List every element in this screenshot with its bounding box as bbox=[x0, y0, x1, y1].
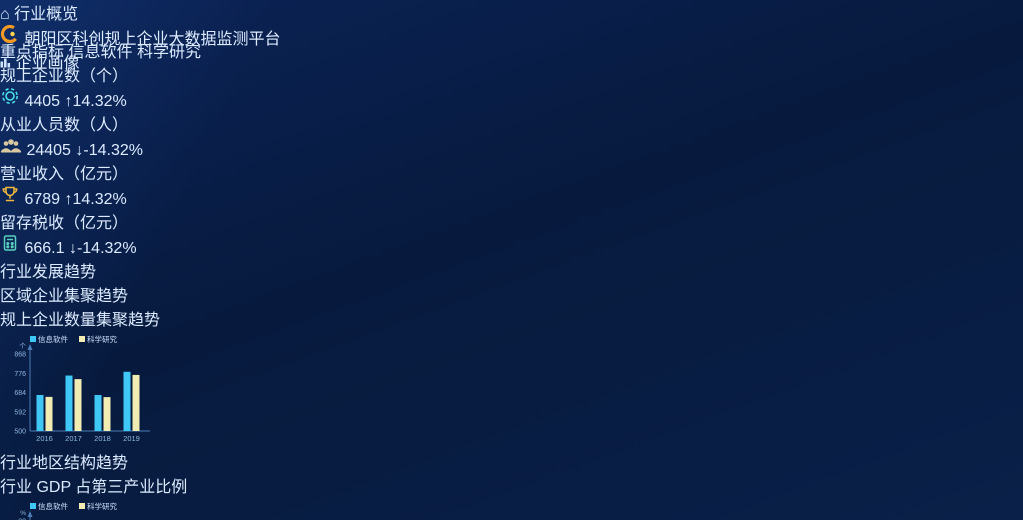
app-title-text: 朝阳区科创规上企业大数据监测平台 bbox=[24, 31, 280, 48]
subsection-title: 行业地区结构趋势 bbox=[0, 455, 128, 472]
kpi-delta: ↑14.32% bbox=[65, 191, 127, 208]
kpi-value: 4405 bbox=[24, 93, 60, 110]
arrow-up-icon: ↑ bbox=[65, 191, 73, 208]
svg-text:592: 592 bbox=[14, 409, 26, 416]
svg-text:2019: 2019 bbox=[123, 434, 140, 443]
kpi-label: 营业收入（亿元） bbox=[0, 160, 1023, 184]
kpi-card: 营业收入（亿元） 6789 ↑14.32% bbox=[0, 160, 1023, 209]
svg-text:信息软件: 信息软件 bbox=[38, 501, 68, 511]
svg-text:个: 个 bbox=[20, 342, 27, 350]
arrow-down-icon: ↓ bbox=[69, 240, 77, 257]
svg-text:信息软件: 信息软件 bbox=[38, 334, 68, 344]
calc-icon bbox=[0, 233, 20, 253]
subsection-header: 区域企业集聚趋势 bbox=[0, 282, 1023, 306]
kpi-card: 从业人员数（人） 24405 ↓-14.32% bbox=[0, 111, 1023, 160]
svg-text:2016: 2016 bbox=[36, 434, 53, 443]
nav-industry-overview-label: 行业概览 bbox=[14, 6, 78, 23]
people-icon bbox=[0, 135, 22, 155]
agg-trend-card: 区域企业集聚趋势 规上企业数量集聚趋势信息软件 科学研究 500 592 684 776 8… bbox=[0, 282, 1023, 449]
svg-text:684: 684 bbox=[14, 390, 26, 397]
gdp-share-card: 行业地区结构趋势 行业 GDP 占第三产业比例信息软件科学研究020406080… bbox=[0, 449, 1023, 520]
svg-text:500: 500 bbox=[14, 429, 26, 436]
left-column: 重点指标 信息软件 科学研究 规上企业数（个） 4405 ↑14.32% 从业人… bbox=[0, 38, 1023, 520]
svg-text:868: 868 bbox=[14, 352, 26, 359]
arrow-up-icon: ↑ bbox=[65, 93, 73, 110]
app-logo-icon bbox=[0, 24, 20, 44]
svg-text:2017: 2017 bbox=[65, 434, 82, 443]
kpi-delta: ↓-14.32% bbox=[69, 240, 137, 257]
dashboard-body: 重点指标 信息软件 科学研究 规上企业数（个） 4405 ↑14.32% 从业人… bbox=[0, 38, 1023, 520]
kpi-value: 6789 bbox=[24, 191, 60, 208]
nav-industry-overview[interactable]: ⌂ 行业概览 bbox=[0, 0, 1023, 24]
kpi-card: 留存税收（亿元） 666.1 ↓-14.32% bbox=[0, 209, 1023, 258]
kpi-value: 666.1 bbox=[24, 240, 64, 257]
subsection-title: 区域企业集聚趋势 bbox=[0, 288, 128, 305]
agg-trend-chart: 规上企业数量集聚趋势信息软件 科学研究 500 592 684 776 868 个 2016 20… bbox=[0, 306, 1023, 449]
grouped-bar-chart: 信息软件科学研究020406080%2016201720182019 bbox=[0, 497, 152, 520]
svg-text:%: % bbox=[20, 510, 26, 517]
kpi-grid: 规上企业数（个） 4405 ↑14.32% 从业人员数（人） 24405 ↓-1… bbox=[0, 62, 1023, 258]
svg-text:科学研究: 科学研究 bbox=[87, 501, 117, 511]
kpi-delta: ↑14.32% bbox=[65, 93, 127, 110]
trophy-icon bbox=[0, 184, 20, 204]
industry-dev-trend-column: 行业发展趋势 区域企业集聚趋势 规上企业数量集聚趋势信息软件科学研究500592… bbox=[0, 258, 1023, 520]
gear-icon bbox=[0, 86, 20, 106]
gdp-share-chart: 行业 GDP 占第三产业比例信息软件科学研究020406080%20162017… bbox=[0, 473, 1023, 520]
key-indicators-panel: 规上企业数（个） 4405 ↑14.32% 从业人员数（人） 24405 ↓-1… bbox=[0, 62, 1023, 258]
kpi-label: 留存税收（亿元） bbox=[0, 209, 1023, 233]
chart-title: 行业 GDP 占第三产业比例 bbox=[0, 473, 1023, 497]
kpi-label: 从业人员数（人） bbox=[0, 111, 1023, 135]
bar-chart-icon bbox=[0, 57, 11, 68]
nav-enterprise-portrait-label: 企业画像 bbox=[15, 55, 79, 72]
svg-text:2018: 2018 bbox=[94, 434, 111, 443]
nav-enterprise-portrait[interactable]: 企业画像 bbox=[0, 49, 1023, 73]
arrow-down-icon: ↓ bbox=[75, 142, 83, 159]
kpi-value: 24405 bbox=[26, 142, 71, 159]
grouped-bar-chart: 信息软件 科学研究 500 592 684 776 868 个 2016 2017 2018 2019 bbox=[0, 330, 152, 444]
svg-text:科学研究: 科学研究 bbox=[87, 334, 117, 344]
app-title: 朝阳区科创规上企业大数据监测平台 bbox=[0, 24, 1023, 49]
home-icon: ⌂ bbox=[0, 6, 10, 23]
chart-title: 规上企业数量集聚趋势 bbox=[0, 306, 1023, 330]
panel-title: 行业发展趋势 bbox=[0, 264, 96, 281]
kpi-delta: ↓-14.32% bbox=[75, 142, 143, 159]
dev-trend-header: 行业发展趋势 bbox=[0, 258, 1023, 282]
top-header: ⌂ 行业概览 朝阳区科创规上企业大数据监测平台 企业画像 bbox=[0, 0, 1023, 38]
subsection-header: 行业地区结构趋势 bbox=[0, 449, 1023, 473]
svg-text:776: 776 bbox=[14, 371, 26, 378]
